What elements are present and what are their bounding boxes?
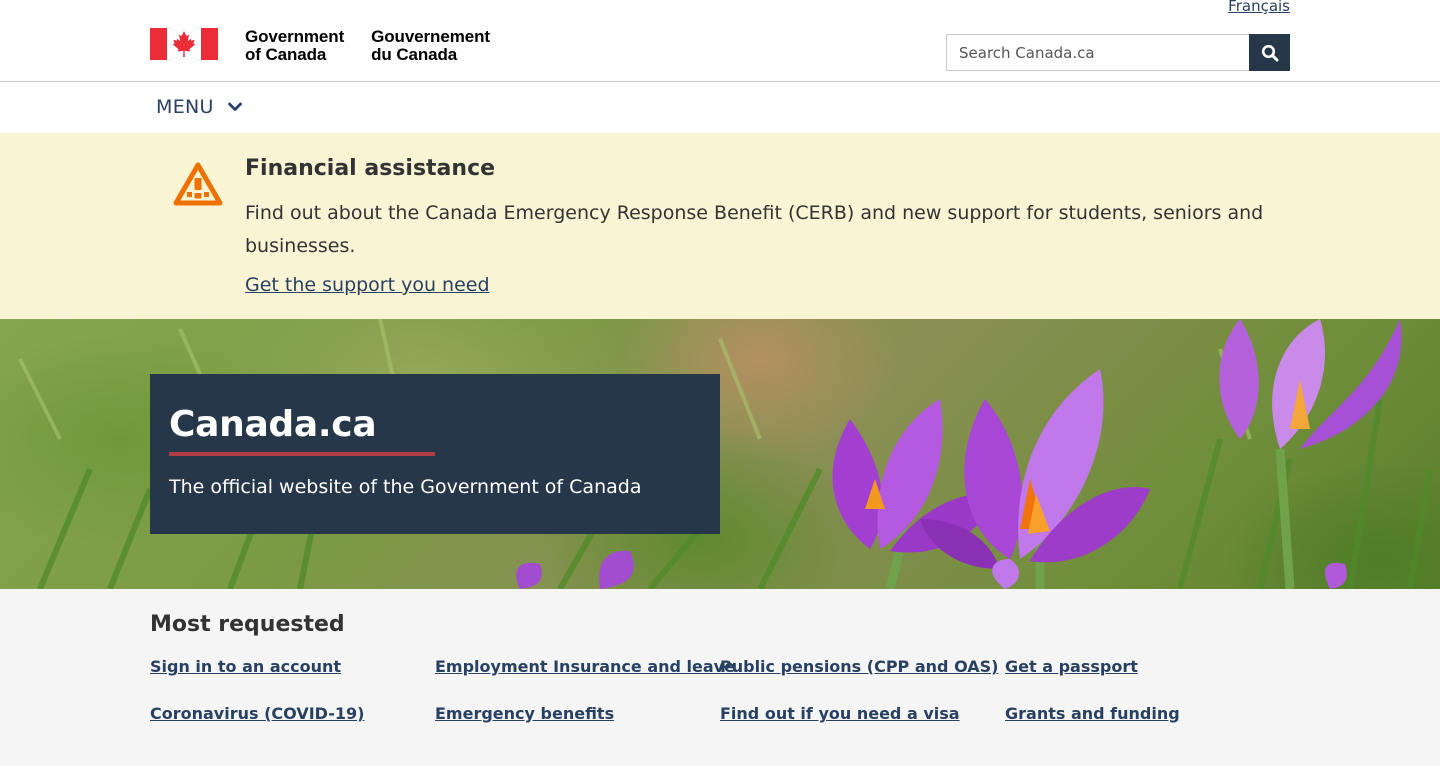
visa-check-link[interactable]: Find out if you need a visa — [720, 704, 960, 723]
emergency-benefits-link[interactable]: Emergency benefits — [435, 704, 614, 723]
grants-funding-link[interactable]: Grants and funding — [1005, 704, 1180, 723]
coronavirus-link[interactable]: Coronavirus (COVID-19) — [150, 704, 364, 723]
hero-banner: Canada.ca The official website of the Go… — [0, 319, 1440, 589]
menu-bar: MENU — [0, 82, 1440, 132]
most-requested-section: Most requested Sign in to an account Emp… — [0, 589, 1440, 766]
search-input[interactable] — [946, 34, 1249, 71]
get-support-link[interactable]: Get the support you need — [245, 274, 490, 296]
language-toggle-link[interactable]: Français — [1228, 0, 1290, 15]
hero-subtitle: The official website of the Government o… — [169, 476, 642, 498]
wordmark-french: Gouvernement du Canada — [371, 28, 490, 64]
hero-title: Canada.ca — [169, 404, 377, 445]
canada-flag-icon — [150, 28, 218, 60]
header-top: Français Government of Canada Gouverneme… — [0, 0, 1440, 82]
chevron-down-icon — [227, 102, 242, 111]
menu-label: MENU — [156, 96, 214, 118]
site-header: Français Government of Canada Gouverneme… — [0, 0, 1440, 132]
get-passport-link[interactable]: Get a passport — [1005, 657, 1138, 676]
site-search — [946, 34, 1290, 71]
financial-assistance-alert: Financial assistance Find out about the … — [0, 133, 1440, 319]
public-pensions-link[interactable]: Public pensions (CPP and OAS) — [720, 657, 998, 676]
alert-text: Find out about the Canada Emergency Resp… — [245, 202, 1264, 257]
wordmark-english-line-1: Government — [245, 27, 345, 46]
employment-insurance-link[interactable]: Employment Insurance and leave — [435, 657, 735, 676]
search-icon — [1261, 44, 1278, 61]
wordmark-english: Government of Canada — [245, 28, 344, 64]
sign-in-account-link[interactable]: Sign in to an account — [150, 657, 341, 676]
wordmark-french-line-1: Gouvernement — [371, 27, 490, 46]
alert-title: Financial assistance — [245, 156, 496, 181]
wordmark-english-line-2: of Canada — [245, 45, 327, 64]
menu-button[interactable]: MENU — [156, 96, 242, 118]
hero-title-box: Canada.ca The official website of the Go… — [150, 374, 720, 534]
hero-title-underline — [169, 452, 435, 456]
wordmark-french-line-2: du Canada — [371, 45, 458, 64]
search-button[interactable] — [1249, 34, 1290, 71]
most-requested-title: Most requested — [150, 612, 345, 637]
government-signature[interactable]: Government of Canada Gouvernement du Can… — [150, 28, 490, 64]
warning-icon — [173, 162, 223, 206]
